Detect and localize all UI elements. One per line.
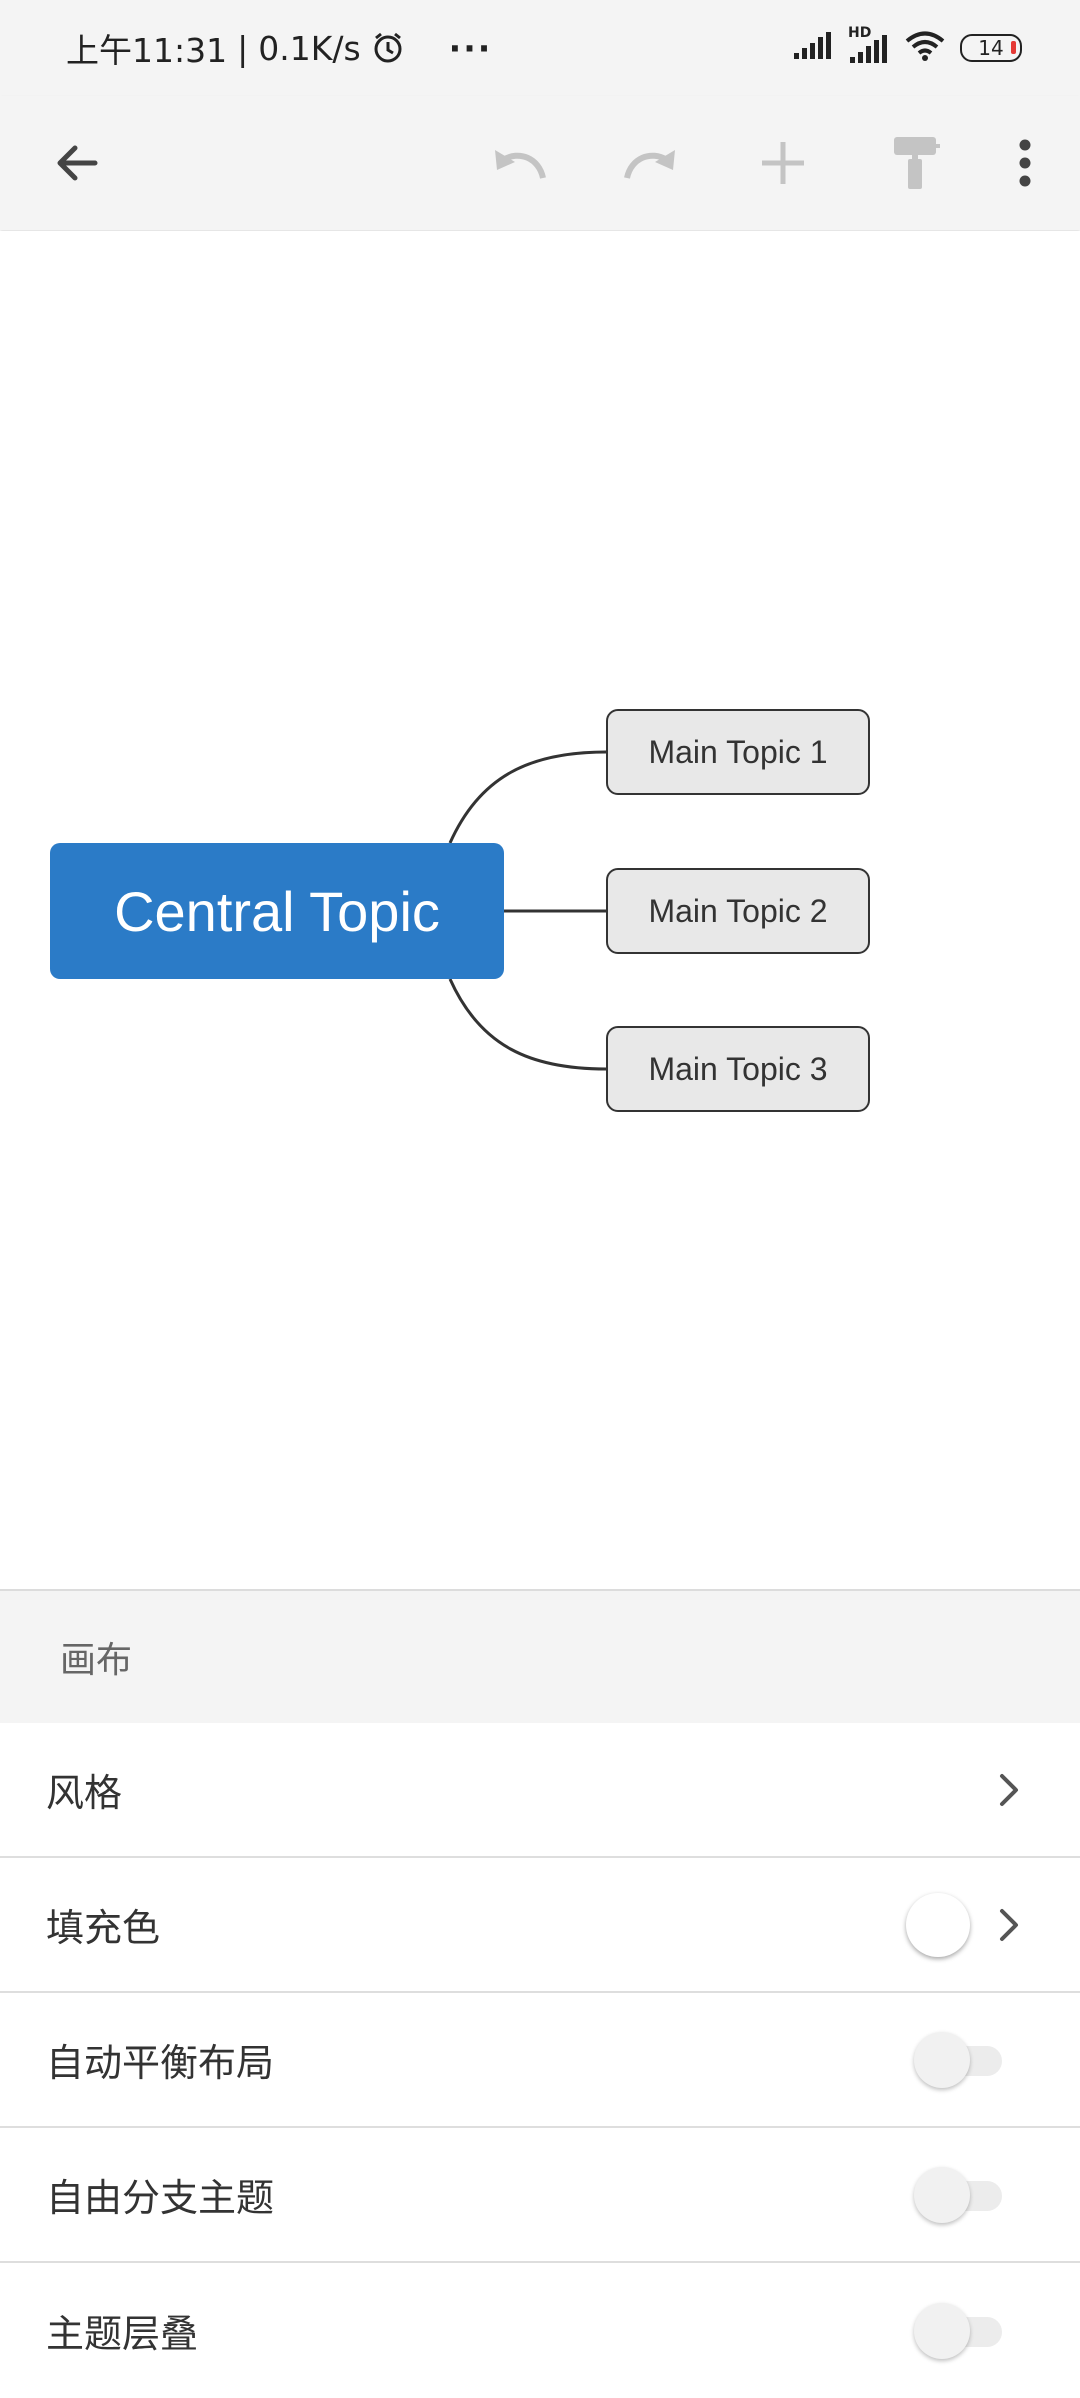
central-topic[interactable]: Central Topic	[50, 843, 504, 979]
chevron-right-icon	[1000, 1773, 1018, 1806]
status-bar: 上午11:31 | 0.1K/s ··· HD 14	[0, 0, 1080, 96]
status-time: 上午11:31	[66, 31, 228, 70]
free-branch-topic-row: 自由分支主题	[0, 2128, 1080, 2263]
status-separator: |	[237, 28, 249, 68]
canvas-settings-panel: 画布 风格 填充色 自动平衡布局 自由分支主题 主题层叠	[0, 1589, 1080, 2359]
central-topic-label: Central Topic	[114, 879, 440, 943]
format-painter-button[interactable]	[876, 124, 954, 202]
auto-balance-layout-toggle[interactable]	[914, 2031, 1006, 2088]
back-arrow-icon	[57, 145, 98, 181]
style-row[interactable]: 风格	[0, 1723, 1080, 1858]
main-topic-label: Main Topic 2	[648, 892, 828, 929]
main-topic-3[interactable]: Main Topic 3	[606, 1026, 870, 1112]
chevron-right-icon	[1000, 1908, 1018, 1941]
free-branch-topic-toggle[interactable]	[914, 2166, 1006, 2223]
main-topic-2[interactable]: Main Topic 2	[606, 868, 870, 954]
back-button[interactable]	[38, 124, 116, 202]
alarm-icon	[371, 31, 405, 65]
row-label: 自由分支主题	[46, 2176, 275, 2220]
row-label: 主题层叠	[46, 2312, 199, 2356]
add-topic-button[interactable]	[744, 124, 822, 202]
topic-overlap-row: 主题层叠	[0, 2263, 1080, 2398]
row-label: 填充色	[46, 1906, 161, 1950]
fill-color-row[interactable]: 填充色	[0, 1858, 1080, 1993]
format-painter-icon	[894, 137, 940, 189]
row-label: 风格	[46, 1771, 123, 1815]
main-topic-1[interactable]: Main Topic 1	[606, 709, 870, 795]
status-right: HD 14	[792, 25, 1022, 68]
signal-hd-icon: HD	[848, 25, 890, 65]
more-options-button[interactable]	[986, 124, 1064, 202]
main-topic-label: Main Topic 1	[648, 733, 828, 770]
add-icon	[762, 142, 804, 184]
wifi-icon	[904, 30, 946, 66]
panel-title: 画布	[60, 1640, 133, 1681]
panel-header: 画布	[0, 1591, 1080, 1723]
fill-color-swatch[interactable]	[906, 1892, 970, 1957]
redo-button[interactable]	[612, 124, 690, 202]
mindmap-canvas[interactable]: Central Topic Main Topic 1 Main Topic 2 …	[0, 231, 1080, 1589]
more-vert-icon	[1019, 139, 1031, 187]
network-speed: 0.1K/s	[258, 28, 361, 68]
auto-balance-layout-row: 自动平衡布局	[0, 1993, 1080, 2128]
undo-button[interactable]	[480, 124, 558, 202]
signal-icon	[792, 31, 834, 65]
redo-icon	[624, 150, 675, 179]
topic-overlap-toggle[interactable]	[914, 2302, 1006, 2359]
status-more: ···	[448, 28, 493, 68]
row-label: 自动平衡布局	[46, 2041, 275, 2085]
battery-icon: 14	[960, 34, 1022, 62]
main-topic-label: Main Topic 3	[648, 1050, 828, 1087]
status-left: 上午11:31 | 0.1K/s ···	[66, 22, 492, 74]
undo-icon	[495, 150, 546, 179]
app-toolbar	[0, 96, 1080, 230]
